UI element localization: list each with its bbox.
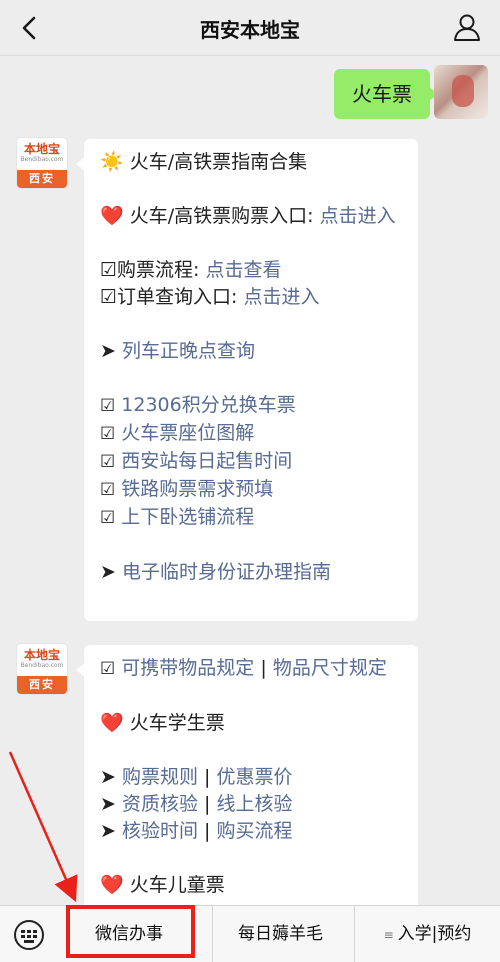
punctual-line: ➤ 列车正晚点查询: [100, 338, 404, 365]
student-link[interactable]: 核验时间: [122, 820, 198, 842]
check-item: ☑ 火车票座位图解: [100, 420, 404, 448]
ticket-entry-label: 火车/高铁票购票入口:: [129, 205, 314, 227]
chat-area[interactable]: 火车票 本地宝 Bendibao.com 西安 ☀️ 火车/高铁票指南合集 ❤️…: [0, 57, 500, 905]
checkbox-icon: ☑: [100, 480, 116, 500]
profile-icon[interactable]: [452, 12, 482, 42]
bot-avatar[interactable]: 本地宝 Bendibao.com 西安: [16, 643, 68, 695]
logo-text: 本地宝: [23, 142, 60, 156]
checkbox-icon: ☑: [100, 508, 116, 528]
student-link[interactable]: 购买流程: [216, 820, 292, 842]
check-item: ☑ 上下卧选铺流程: [100, 504, 404, 532]
check-item: ☑ 12306积分兑换车票: [100, 392, 404, 420]
checkbox-icon: ☑: [100, 659, 116, 679]
guide-title-line: ☀️ 火车/高铁票指南合集: [100, 149, 404, 176]
student-row: ➤ 核验时间 | 购买流程: [100, 818, 404, 845]
check-item-link[interactable]: 上下卧选铺流程: [121, 506, 254, 528]
student-link[interactable]: 优惠票价: [216, 766, 292, 788]
student-title-line: ❤️ 火车学生票: [100, 710, 404, 737]
separator: |: [204, 793, 211, 815]
process-label: ☑购票流程:: [100, 259, 200, 281]
arrow-icon: ➤: [100, 793, 116, 815]
logo-subtext: Bendibao.com: [20, 156, 64, 163]
order-link[interactable]: 点击进入: [243, 286, 319, 308]
items-rule-line: ☑ 可携带物品规定 | 物品尺寸规定: [100, 655, 404, 683]
separator: |: [260, 657, 267, 679]
items-rule-link[interactable]: 可携带物品规定: [121, 657, 254, 679]
separator: |: [204, 820, 211, 842]
checkbox-icon: ☑: [100, 424, 116, 444]
logo-city: 西安: [17, 170, 67, 188]
arrow-icon: ➤: [100, 766, 116, 788]
ticket-entry-line: ❤️ 火车/高铁票购票入口: 点击进入: [100, 203, 404, 230]
arrow-icon: ➤: [100, 561, 116, 583]
arrow-icon: ➤: [100, 820, 116, 842]
check-item-link[interactable]: 火车票座位图解: [121, 422, 254, 444]
check-item-link[interactable]: 铁路购票需求预填: [121, 478, 273, 500]
id-guide-link[interactable]: 电子临时身份证办理指南: [122, 561, 331, 583]
check-item-link[interactable]: 12306积分兑换车票: [121, 394, 295, 416]
bot-avatar[interactable]: 本地宝 Bendibao.com 西安: [16, 137, 68, 189]
student-row: ➤ 购票规则 | 优惠票价: [100, 764, 404, 791]
logo-subtext: Bendibao.com: [20, 662, 64, 669]
highlight-box: [66, 905, 195, 958]
student-title: 火车学生票: [129, 712, 225, 734]
process-line: ☑购票流程: 点击查看: [100, 257, 404, 284]
menu-enroll-booking-label: 入学|预约: [397, 924, 472, 944]
check-item: ☑ 西安站每日起售时间: [100, 448, 404, 476]
user-avatar[interactable]: [434, 65, 488, 119]
id-guide-line: ➤ 电子临时身份证办理指南: [100, 559, 404, 586]
student-link[interactable]: 购票规则: [122, 766, 198, 788]
logo-city: 西安: [17, 676, 67, 694]
separator: |: [204, 766, 211, 788]
sun-icon: ☀️: [100, 151, 124, 173]
menu-daily-deals[interactable]: 每日薅羊毛: [212, 906, 348, 962]
checkbox-icon: ☑: [100, 396, 116, 416]
check-item: ☑ 铁路购票需求预填: [100, 476, 404, 504]
student-row: ➤ 资质核验 | 线上核验: [100, 791, 404, 818]
process-link[interactable]: 点击查看: [205, 259, 281, 281]
keyboard-icon[interactable]: [14, 920, 44, 950]
heart-icon: ❤️: [100, 712, 124, 734]
user-message-bubble[interactable]: 火车票: [334, 69, 438, 119]
logo-text: 本地宝: [23, 648, 60, 662]
guide-message-bubble: ☀️ 火车/高铁票指南合集 ❤️ 火车/高铁票购票入口: 点击进入 ☑购票流程:…: [76, 139, 418, 621]
guide-title: 火车/高铁票指南合集: [129, 151, 308, 173]
menu-enroll-booking[interactable]: ≡ 入学|预约: [354, 906, 500, 962]
checkbox-icon: ☑: [100, 452, 116, 472]
student-message-bubble: ☑ 可携带物品规定 | 物品尺寸规定 ❤️ 火车学生票 ➤ 购票规则 | 优惠票…: [76, 645, 418, 905]
page-title: 西安本地宝: [200, 18, 300, 42]
child-ticket-line: ❤️ 火车儿童票: [100, 874, 225, 896]
items-size-link[interactable]: 物品尺寸规定: [273, 657, 387, 679]
heart-icon: ❤️: [100, 205, 124, 227]
order-label: ☑订单查询入口:: [100, 286, 238, 308]
user-message-row: 火车票: [8, 65, 488, 119]
check-item-link[interactable]: 西安站每日起售时间: [121, 450, 292, 472]
menu-list-icon: ≡: [383, 928, 394, 942]
student-link[interactable]: 线上核验: [216, 793, 292, 815]
ticket-entry-link[interactable]: 点击进入: [320, 205, 396, 227]
order-line: ☑订单查询入口: 点击进入: [100, 284, 404, 311]
punctual-link[interactable]: 列车正晚点查询: [122, 340, 255, 362]
arrow-icon: ➤: [100, 340, 116, 362]
top-bar: 西安本地宝: [0, 0, 500, 56]
student-link[interactable]: 资质核验: [122, 793, 198, 815]
